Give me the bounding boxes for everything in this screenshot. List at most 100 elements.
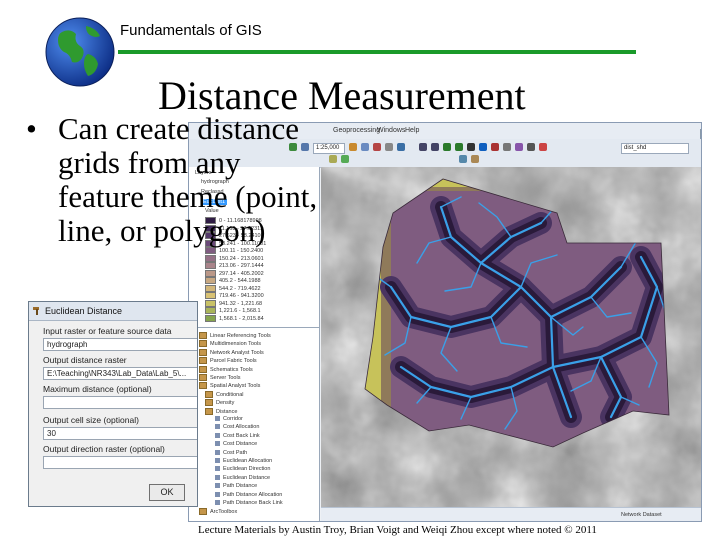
toolbox-item[interactable]: Cost Back Link [215, 433, 260, 440]
tool-hammer-icon [215, 491, 220, 497]
toolbox-item-label: Cost Allocation [223, 424, 260, 431]
legend-label: 719.46 - 941.3200 [219, 292, 264, 299]
toolbox-item[interactable]: Path Distance Back Link [215, 500, 283, 507]
toolbox-icon [199, 508, 207, 516]
direction-raster-label: Output direction raster (optional) [43, 444, 165, 454]
globe-logo [45, 17, 115, 87]
legend-entry: 719.46 - 941.3200 [205, 292, 264, 299]
toolbox-item[interactable]: Path Distance [215, 483, 257, 490]
toolbox-item[interactable]: Cost Distance [215, 441, 257, 448]
measure-icon[interactable] [491, 143, 499, 151]
toolbox-item-label: Corridor [223, 416, 243, 422]
legend-label: 100.11 - 150.2400 [219, 247, 264, 254]
python-icon[interactable] [397, 143, 405, 151]
zoom-in-icon[interactable] [419, 143, 427, 151]
toolbox-icon [199, 365, 207, 373]
max-distance-field[interactable] [43, 396, 197, 409]
toolbox-icon [199, 357, 207, 365]
arctoolbox-pane: Linear Referencing Tools Multidimension T… [189, 327, 320, 521]
input-source-field[interactable]: hydrograph [43, 338, 197, 351]
tool-hammer-icon [215, 424, 220, 430]
time-slider-icon[interactable] [539, 143, 547, 151]
toolbox-item[interactable]: Corridor [215, 416, 243, 423]
menu-item-geoprocessing[interactable]: Geoprocessing [333, 127, 380, 134]
toolbox-item-label: Spatial Analyst Tools [210, 383, 261, 390]
hammer-icon [33, 307, 39, 315]
zoom-out-icon[interactable] [431, 143, 439, 151]
hyperlink-icon[interactable] [515, 143, 523, 151]
legend-label: 405.2 - 544.1988 [219, 277, 261, 284]
map-view[interactable] [321, 167, 701, 507]
find-icon[interactable] [503, 143, 511, 151]
legend-swatch [205, 292, 216, 299]
editor-icon[interactable] [349, 143, 357, 151]
toolbox-item[interactable]: Distance [205, 407, 237, 415]
toolbox-item[interactable]: Path Distance Allocation [215, 492, 282, 499]
legend-entry: 1,221.6 - 1,568.1 [205, 307, 261, 314]
dialog-titlebar[interactable]: Euclidean Distance [29, 302, 197, 321]
toolbox-item-label: Parcel Fabric Tools [210, 358, 257, 365]
tool-hammer-icon [215, 466, 220, 472]
direction-raster-field[interactable] [43, 456, 197, 469]
cell-size-field[interactable]: 30 [43, 427, 197, 440]
legend-entry: 150.24 - 213.0601 [205, 254, 264, 262]
toolbox-item[interactable]: Schematics Tools [199, 365, 253, 373]
catalog-icon[interactable] [373, 143, 381, 151]
georef-icon[interactable] [459, 155, 467, 163]
toolbox-item[interactable]: Density [205, 399, 235, 407]
bullet-text: Can create distance grids from any featu… [58, 111, 318, 248]
toolbox-item[interactable]: Conditional [205, 390, 244, 398]
toolbox-item[interactable]: Network Analyst Tools [199, 348, 264, 356]
full-extent-icon[interactable] [455, 143, 463, 151]
legend-entry: 100.11 - 150.2400 [205, 247, 263, 254]
html-popup-icon[interactable] [527, 143, 535, 151]
close-icon[interactable]: × [700, 129, 701, 139]
raster-calc-icon[interactable] [341, 155, 349, 163]
output-raster-field[interactable]: E:\Teaching\NR343\Lab_Data\Lab_5\... [43, 367, 197, 380]
toolbox-item-label: Density [216, 400, 235, 407]
effects-icon[interactable] [471, 155, 479, 163]
toolbox-item[interactable]: Euclidean Allocation [215, 458, 272, 465]
toolbox-icon [199, 332, 207, 339]
toolbox-icon[interactable] [385, 143, 393, 151]
legend-swatch [205, 247, 216, 254]
spatial-analyst-icon[interactable] [329, 155, 337, 163]
footer-credit: Lecture Materials by Austin Troy, Brian … [198, 524, 597, 536]
tool-hammer-icon [215, 500, 220, 506]
ok-button[interactable]: OK [149, 484, 185, 501]
legend-label: 1,221.6 - 1,568.1 [219, 307, 261, 314]
dialog-title: Euclidean Distance [45, 306, 123, 316]
legend-entry: 941.32 - 1,221.68 [205, 299, 263, 307]
toolbox-item[interactable]: Linear Referencing Tools [199, 332, 271, 339]
toolbox-icon [205, 390, 213, 398]
toolbox-item-label: ArcToolbox [210, 509, 238, 516]
toolbox-item[interactable]: Cost Path [215, 450, 247, 457]
toolbox-item[interactable]: Euclidean Distance [215, 475, 270, 482]
toolbox-item[interactable]: Parcel Fabric Tools [199, 357, 257, 365]
toolbox-item-label: Network Analyst Tools [210, 349, 264, 356]
toolbox-item[interactable]: ArcToolbox [199, 508, 238, 516]
legend-label: 941.32 - 1,221.68 [219, 300, 263, 307]
tool-hammer-icon [215, 458, 220, 464]
toolbox-item[interactable]: Spatial Analyst Tools [199, 382, 261, 390]
tool-hammer-icon [215, 474, 220, 480]
toolbox-item[interactable]: Multidimension Tools [199, 340, 261, 348]
menu-item-windows[interactable]: Windows [377, 127, 405, 134]
pan-icon[interactable] [443, 143, 451, 151]
legend-label: 150.24 - 213.0601 [219, 255, 264, 262]
toolbox-item[interactable]: Server Tools [199, 374, 240, 381]
layer-combo[interactable]: dist_shd [621, 143, 689, 154]
select-icon[interactable] [467, 143, 475, 151]
info-icon[interactable] [479, 143, 487, 151]
tool-hammer-icon [215, 441, 220, 447]
title-underline [118, 50, 636, 54]
legend-entry: 297.14 - 405.2002 [205, 269, 264, 277]
toolbox-item-label: Path Distance Allocation [223, 491, 283, 498]
output-raster-label: Output distance raster [43, 355, 127, 365]
identify-icon[interactable] [361, 143, 369, 151]
legend-entry: 1,568.1 - 2,015.84 [205, 314, 264, 322]
toolbox-item[interactable]: Cost Allocation [215, 424, 259, 431]
menu-item-help[interactable]: Help [405, 127, 419, 134]
toolbox-item[interactable]: Euclidean Direction [215, 466, 270, 473]
euclidean-distance-dialog: Euclidean Distance Input raster or featu… [28, 301, 198, 507]
